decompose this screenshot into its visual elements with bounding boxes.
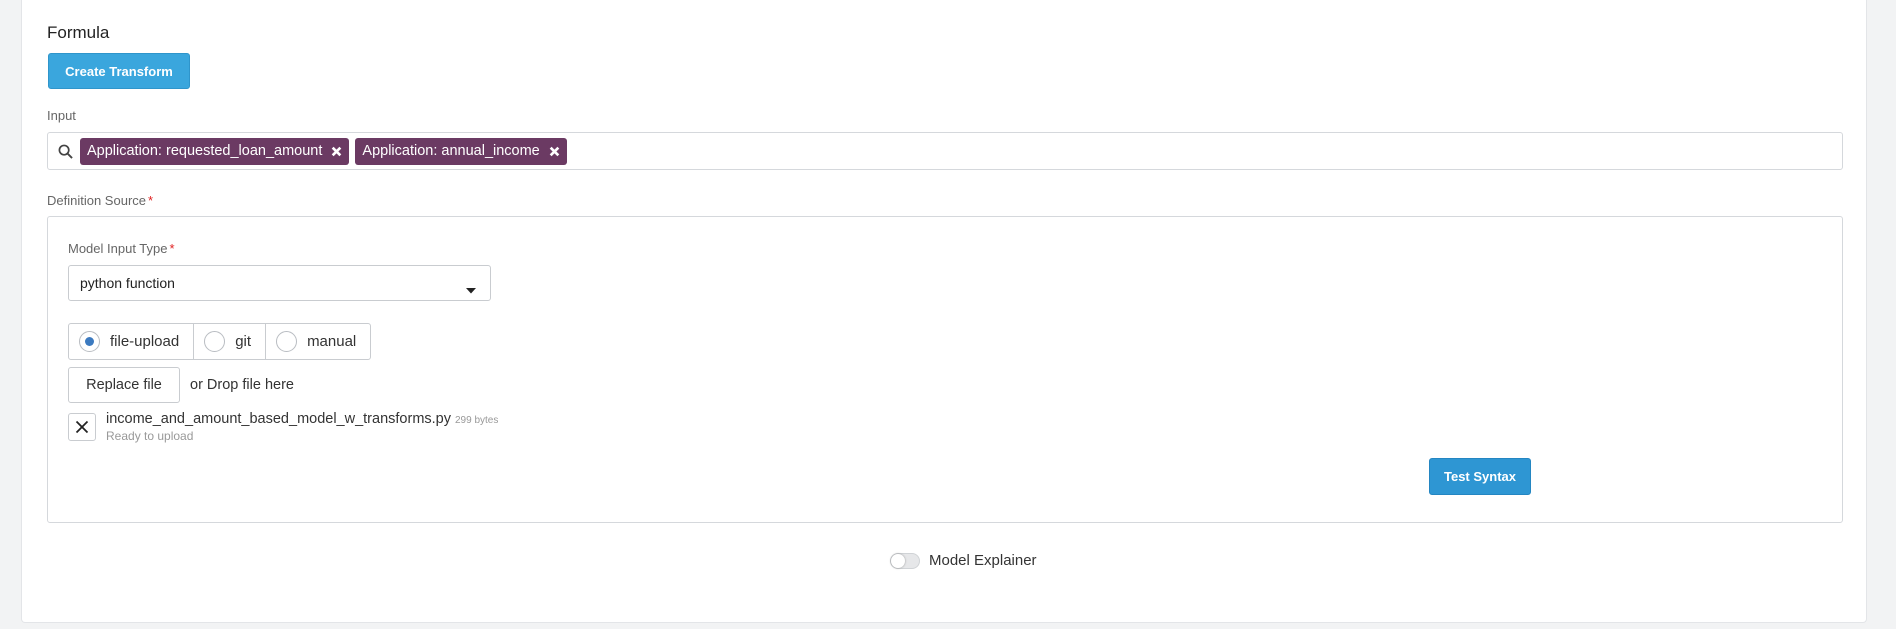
create-transform-button[interactable]: Create Transform <box>48 53 190 89</box>
required-mark: * <box>169 241 175 256</box>
source-type-radio-group: file-upload git manual <box>68 323 372 360</box>
drop-file-hint: or Drop file here <box>190 377 294 393</box>
model-input-type-select[interactable]: python function <box>68 265 491 301</box>
radio-git[interactable]: git <box>194 324 267 359</box>
toggle-knob <box>891 553 905 568</box>
radio-unselected-icon <box>276 331 298 352</box>
radio-label: file-upload <box>110 333 180 350</box>
model-explainer-label: Model Explainer <box>929 552 1037 569</box>
definition-source-label: Definition Source * <box>47 193 153 208</box>
replace-file-button[interactable]: Replace file <box>68 367 180 403</box>
close-icon[interactable] <box>549 146 560 157</box>
input-tag: Application: annual_income <box>355 137 567 165</box>
radio-unselected-icon <box>204 331 226 352</box>
caret-down-icon <box>466 281 476 297</box>
definition-source-label-text: Definition Source <box>47 193 146 208</box>
model-explainer-toggle[interactable] <box>890 552 920 569</box>
close-icon[interactable] <box>331 146 342 157</box>
input-tag-label: Application: requested_loan_amount <box>87 143 323 159</box>
input-tag-field[interactable]: Application: requested_loan_amount Appli… <box>47 132 1843 170</box>
model-input-type-label-text: Model Input Type <box>68 241 168 256</box>
radio-file-upload[interactable]: file-upload <box>69 324 195 359</box>
radio-manual[interactable]: manual <box>266 324 370 359</box>
model-input-type-value: python function <box>80 275 175 291</box>
remove-file-button[interactable] <box>68 413 96 441</box>
file-size: 299 bytes <box>454 415 499 426</box>
formula-panel: Formula Create Transform Input Applicati… <box>21 0 1867 623</box>
search-icon <box>58 143 74 159</box>
model-explainer-row: Model Explainer <box>890 552 1037 569</box>
file-name: income_and_amount_based_model_w_transfor… <box>106 411 451 427</box>
close-icon <box>75 420 89 434</box>
section-title: Formula <box>47 23 110 42</box>
required-mark: * <box>148 193 154 208</box>
radio-selected-icon <box>79 331 100 352</box>
definition-source-box: Model Input Type * python function file-u… <box>47 216 1843 523</box>
input-tag: Application: requested_loan_amount <box>80 137 350 165</box>
input-tag-label: Application: annual_income <box>362 143 540 159</box>
model-input-type-label: Model Input Type * <box>68 241 175 256</box>
radio-label: git <box>235 333 252 350</box>
uploaded-file: income_and_amount_based_model_w_transfor… <box>106 411 498 427</box>
test-syntax-button[interactable]: Test Syntax <box>1429 458 1531 495</box>
radio-label: manual <box>307 333 357 350</box>
file-status: Ready to upload <box>106 429 194 443</box>
input-label: Input <box>47 108 76 123</box>
